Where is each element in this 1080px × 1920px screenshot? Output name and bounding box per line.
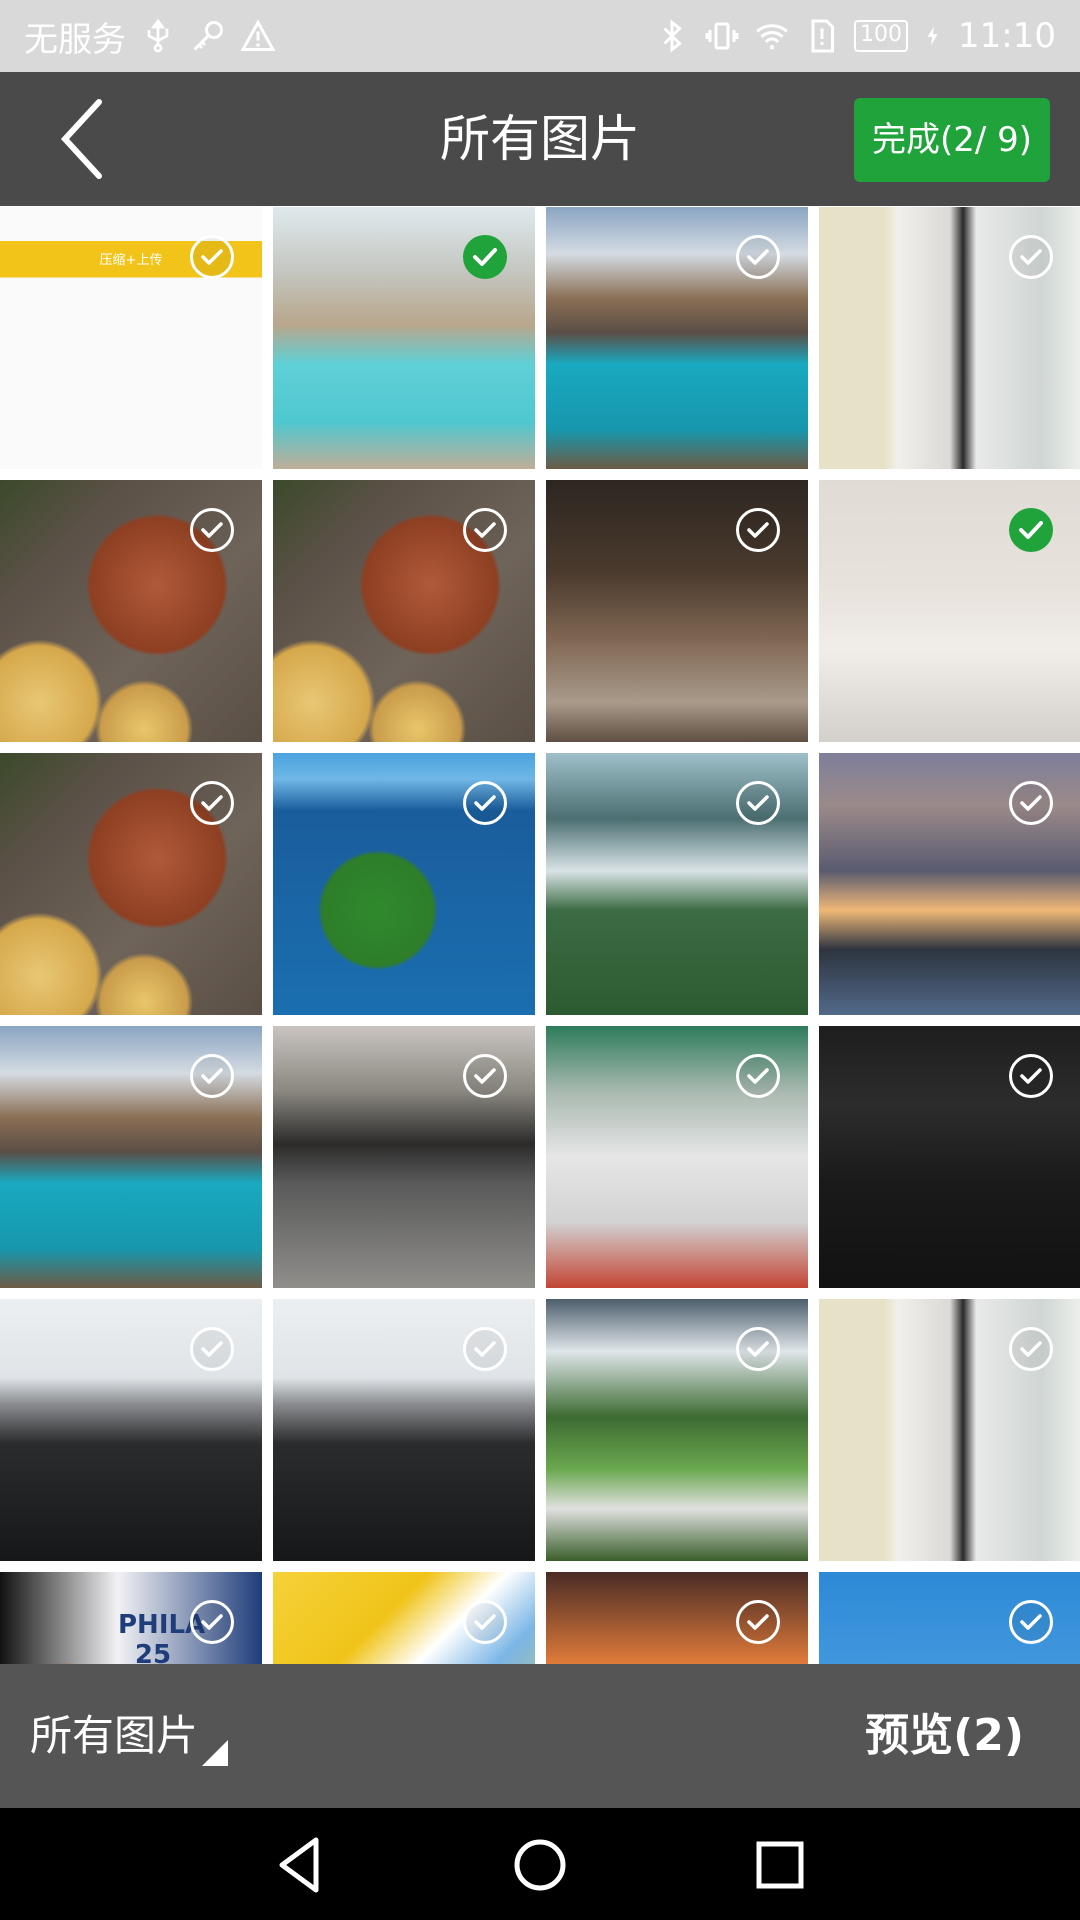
check-circle-icon[interactable] [1009,1600,1053,1644]
check-circle-icon[interactable] [1009,235,1053,279]
check-circle-icon[interactable] [736,1600,780,1644]
photo-thumbnail[interactable] [273,1572,535,1664]
photo-thumbnail[interactable] [819,1572,1080,1664]
jersey-text: PHILA 25 [118,1610,206,1664]
status-bar: 无服务 100 11:10 [0,0,1080,72]
photo-thumbnail[interactable] [0,753,262,1015]
check-circle-icon[interactable] [190,1600,234,1644]
check-circle-icon[interactable] [463,235,507,279]
top-bar: 所有图片 完成(2/ 9) [0,72,1080,206]
photo-thumbnail[interactable] [819,753,1080,1015]
check-circle-icon[interactable] [463,781,507,825]
check-circle-icon[interactable] [1009,781,1053,825]
check-circle-icon[interactable] [463,1327,507,1371]
photo-thumbnail[interactable] [273,480,535,742]
back-button[interactable] [40,94,130,184]
status-right: 100 11:10 [654,16,1080,56]
clock-text: 11:10 [958,16,1056,56]
photo-thumbnail[interactable] [0,1299,262,1561]
album-label: 所有图片 [30,1711,199,1760]
sim-alert-icon [811,19,835,53]
photo-thumbnail[interactable] [546,1299,808,1561]
check-circle-icon[interactable] [190,508,234,552]
status-left: 无服务 [0,12,276,61]
preview-button[interactable]: 预览(2) [865,1664,1024,1808]
check-circle-icon[interactable] [736,1054,780,1098]
photo-thumbnail[interactable] [273,1299,535,1561]
check-circle-icon[interactable] [736,781,780,825]
check-circle-icon[interactable] [736,235,780,279]
photo-thumbnail[interactable] [546,1026,808,1288]
photo-thumbnail[interactable]: 压缩+上传 [0,207,262,469]
vibrate-icon [705,22,739,50]
bluetooth-icon [663,19,682,53]
photo-thumbnail[interactable] [819,1026,1080,1288]
photo-thumbnail[interactable] [546,753,808,1015]
photo-thumbnail[interactable] [819,1299,1080,1561]
battery-level: 100 [854,20,909,52]
photo-thumbnail[interactable] [273,207,535,469]
check-circle-icon[interactable] [190,235,234,279]
check-circle-icon[interactable] [736,1327,780,1371]
check-circle-icon[interactable] [190,1054,234,1098]
warning-icon [240,19,276,51]
photo-thumbnail[interactable] [273,753,535,1015]
key-icon [193,21,223,51]
photo-thumbnail[interactable] [819,480,1080,742]
usb-icon [147,18,169,53]
check-circle-icon[interactable] [1009,1327,1053,1371]
photo-thumbnail[interactable]: PHILA 25 [0,1572,262,1664]
check-circle-icon[interactable] [463,508,507,552]
photo-thumbnail[interactable] [546,1572,808,1664]
album-selector[interactable]: 所有图片 [30,1664,229,1808]
check-circle-icon[interactable] [1009,508,1053,552]
navigation-bar [0,1808,1080,1920]
photo-thumbnail[interactable] [273,1026,535,1288]
chevron-left-icon [60,99,102,179]
photo-thumbnail[interactable] [819,207,1080,469]
dropdown-triangle-icon [202,1740,229,1766]
nav-back-icon[interactable] [266,1830,336,1900]
check-circle-icon[interactable] [1009,1054,1053,1098]
done-button[interactable]: 完成(2/ 9) [854,98,1050,182]
carrier-text: 无服务 [24,19,126,60]
charging-icon [927,26,938,46]
nav-recents-icon[interactable] [745,1830,815,1900]
nav-home-icon[interactable] [505,1830,575,1900]
check-circle-icon[interactable] [190,1327,234,1371]
photo-thumbnail[interactable] [0,480,262,742]
photo-thumbnail[interactable] [0,1026,262,1288]
photo-thumbnail[interactable] [546,207,808,469]
check-circle-icon[interactable] [463,1054,507,1098]
bottom-bar: 所有图片 预览(2) [0,1664,1080,1808]
check-circle-icon[interactable] [463,1600,507,1644]
check-circle-icon[interactable] [736,508,780,552]
photo-grid: 压缩+上传 PHILA 25 [0,207,1080,1664]
wifi-icon [756,24,789,50]
photo-thumbnail[interactable] [546,480,808,742]
check-circle-icon[interactable] [190,781,234,825]
